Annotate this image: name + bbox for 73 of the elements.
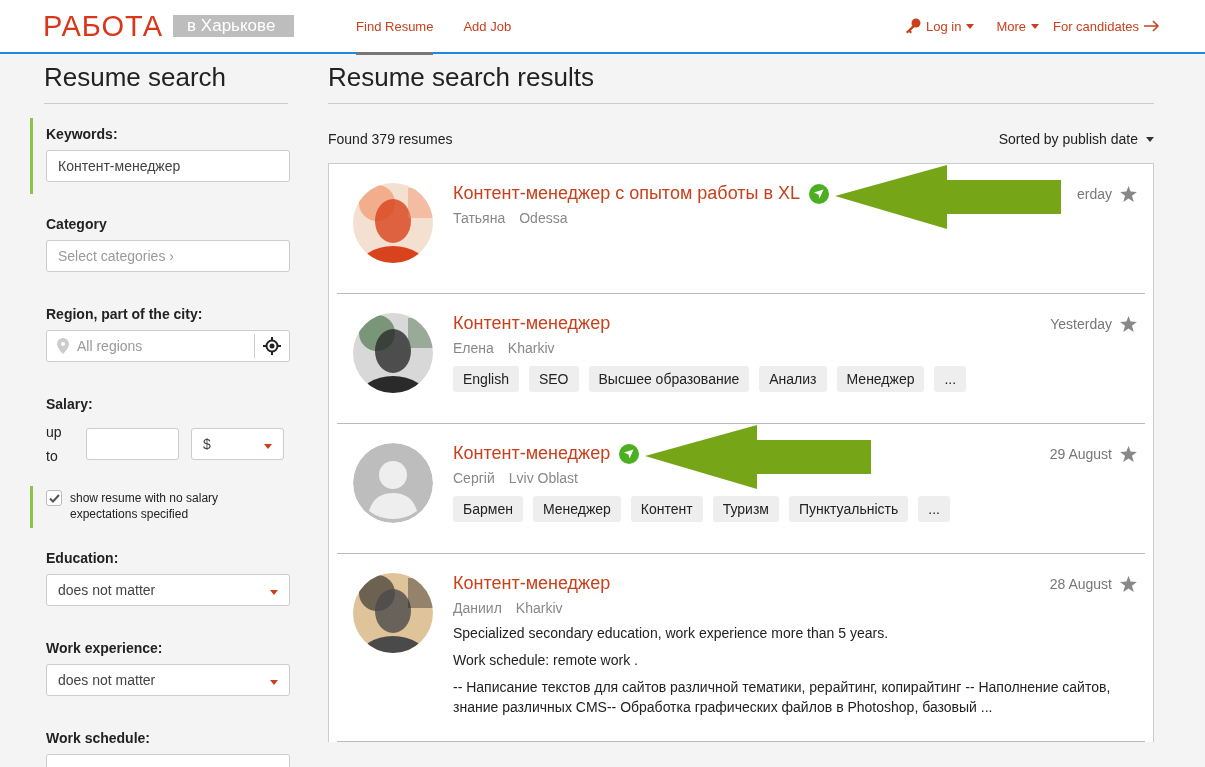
candidates-link[interactable]: For candidates <box>1053 18 1160 34</box>
candidate-name: Татьяна <box>453 210 506 226</box>
field-label: Work schedule: <box>46 730 151 746</box>
caret-icon <box>264 444 272 449</box>
resume-title-link[interactable]: Контент-менеджер <box>453 313 611 334</box>
skill-tag: Контент <box>630 496 703 522</box>
caret-icon <box>966 23 975 29</box>
field-label: Work experience: <box>46 640 164 656</box>
skill-tag: English <box>453 366 519 392</box>
candidate-name: Сергій <box>453 470 495 486</box>
caret-icon <box>270 590 278 595</box>
resume-summary: Specialized secondary education, work experience more than 5 years. <box>453 624 890 643</box>
resume-summary: -- Написание текстов для сайтов различной тематики, рерайтинг, копирайтинг -- Наполнение сайтов, знание различных CMS-- Обработка графических файлов в Photoshop, базовый ... <box>453 678 1112 717</box>
page-title: Resume search results <box>328 62 1154 104</box>
field-label: Region, part of the city: <box>46 306 204 322</box>
dropdown[interactable]: does not matter <box>46 574 290 606</box>
skill-tag: Менеджер <box>532 496 621 522</box>
skill-tag: SEO <box>528 366 579 392</box>
skill-tag: Пунктуальність <box>788 496 909 522</box>
pin-icon <box>57 338 69 354</box>
nav-link[interactable]: Add Job <box>463 2 512 55</box>
star-icon[interactable] <box>1120 575 1137 592</box>
field-label: Salary: <box>46 396 94 412</box>
results-count: Found 379 resumes <box>328 131 453 147</box>
city-label: в Харькове <box>173 15 295 37</box>
candidate-name: Елена <box>453 340 494 356</box>
locate-icon[interactable] <box>263 337 281 355</box>
caret-icon <box>270 680 278 685</box>
sidebar-title: Resume search <box>44 62 288 104</box>
field-label: Category <box>46 216 108 232</box>
caret-icon <box>1146 136 1154 142</box>
region-field[interactable]: All regions <box>46 330 290 362</box>
publish-date: Yesterday <box>1050 315 1112 332</box>
dropdown[interactable]: does not matter <box>46 664 290 696</box>
skill-tag: Менеджер <box>836 366 925 392</box>
skill-tag: ... <box>934 366 967 392</box>
arrow-right-icon <box>1144 20 1160 32</box>
field-label: Education: <box>46 550 120 566</box>
candidate-city: Odessa <box>519 210 568 226</box>
sort-dropdown[interactable]: Sorted by publish date <box>998 131 1154 147</box>
key-icon <box>904 18 921 34</box>
logo[interactable]: РАБОТА <box>43 9 164 43</box>
resume-title-link[interactable]: Контент-менеджер <box>453 443 611 464</box>
publish-date: 28 August <box>1049 575 1112 592</box>
nav-link[interactable]: Find Resume <box>356 2 434 55</box>
candidate-city: Kharkiv <box>515 600 563 616</box>
salary-prefix: up to <box>46 423 63 466</box>
login-button[interactable]: Log in <box>904 18 975 34</box>
resume-title-link[interactable]: Контент-менеджер <box>453 573 611 594</box>
keywords-field[interactable]: Контент-менеджер <box>46 150 290 182</box>
candidate-name: Даниил <box>453 600 502 616</box>
candidate-city: Kharkiv <box>507 340 555 356</box>
star-icon[interactable] <box>1120 445 1137 462</box>
checkbox[interactable] <box>46 490 62 506</box>
currency-select[interactable]: $ <box>191 428 284 460</box>
skill-tag: Анализ <box>759 366 827 392</box>
caret-icon <box>1031 23 1039 29</box>
star-icon[interactable] <box>1120 185 1137 202</box>
skill-tag: Туризм <box>712 496 779 522</box>
publish-date: erday <box>1076 185 1112 202</box>
more-button[interactable]: More <box>996 18 1039 34</box>
skill-tag: Бармен <box>453 496 523 522</box>
resume-summary: Work schedule: remote work . <box>453 651 639 670</box>
checkbox-label: show resume with no salary expectations specified <box>70 490 220 522</box>
resume-title-link[interactable]: Контент-менеджер с опытом работы в XL <box>453 183 800 204</box>
skill-tag: Высшее образование <box>588 366 750 392</box>
skill-tag: ... <box>918 496 950 522</box>
field-label: Keywords: <box>46 126 119 142</box>
category-picker[interactable]: Select categories › <box>46 240 290 272</box>
publish-date: 29 August <box>1049 445 1112 462</box>
candidate-city: Lviv Oblast <box>508 470 578 486</box>
salary-field[interactable] <box>86 428 179 460</box>
star-icon[interactable] <box>1120 315 1137 332</box>
